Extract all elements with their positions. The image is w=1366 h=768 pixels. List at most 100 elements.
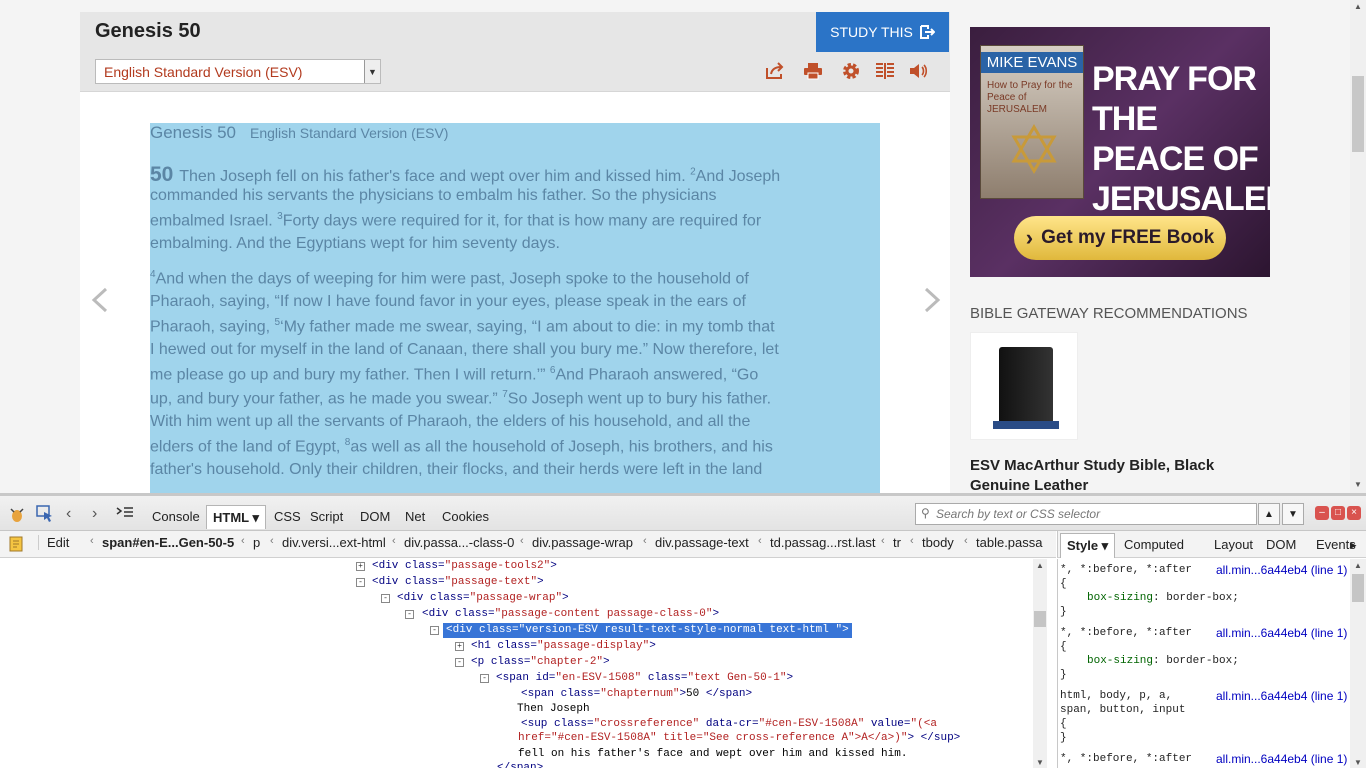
screen: Genesis 50 STUDY THIS English Standard V… (0, 0, 1366, 768)
html-node[interactable]: <div class="passage-tools2"> (372, 559, 557, 574)
advertisement[interactable]: MIKE EVANS How to Pray for the Peace of … (970, 27, 1270, 277)
verse-text: me please go up and bury my father. Then… (150, 366, 550, 384)
side-tab-style[interactable]: Style ▾ (1060, 533, 1116, 558)
html-node[interactable]: <div class="version-ESV result-text-styl… (443, 623, 852, 638)
html-node[interactable]: <sup class="crossreference" data-cr="#ce… (521, 717, 937, 732)
inspect-icon[interactable] (36, 505, 54, 523)
expand-icon[interactable]: + (356, 562, 365, 571)
breadcrumb-item[interactable]: tr (893, 535, 901, 550)
page-scroll-thumb[interactable] (1352, 76, 1364, 152)
breadcrumb-item[interactable]: td.passag...rst.last (770, 535, 876, 550)
html-node[interactable]: <div class="passage-text"> (372, 575, 544, 590)
tab-css[interactable]: CSS (268, 505, 307, 529)
html-node[interactable]: Then Joseph (517, 702, 590, 717)
html-token: "chapternum" (600, 688, 680, 700)
breadcrumb-item[interactable]: div.passa...-class-0 (404, 535, 514, 550)
html-token: "en-ESV-1508" (555, 672, 642, 684)
css-source-link[interactable]: all.min...6a44eb4 (line 1) (1216, 626, 1347, 640)
scroll-up-icon[interactable]: ▲ (1350, 0, 1366, 14)
css-source-link[interactable]: all.min...6a44eb4 (line 1) (1216, 563, 1347, 577)
scroll-down-icon[interactable]: ▼ (1350, 478, 1366, 492)
breadcrumb-item[interactable]: p (253, 535, 260, 550)
css-source-link[interactable]: all.min...6a44eb4 (line 1) (1216, 752, 1347, 766)
html-node[interactable]: <h1 class="passage-display"> (471, 639, 656, 654)
detach-icon[interactable]: □ (1331, 506, 1345, 520)
scroll-down-icon[interactable]: ▼ (1350, 756, 1366, 768)
passage-line: commanded his servants the physicians to… (150, 187, 717, 205)
print-icon[interactable] (802, 60, 824, 82)
html-node[interactable]: fell on his father's face and wept over … (518, 747, 907, 762)
html-node[interactable]: <div class="passage-wrap"> (397, 591, 569, 606)
firebug-icon[interactable] (8, 505, 26, 523)
version-select[interactable]: English Standard Version (ESV) ▼ (95, 59, 381, 84)
scroll-down-icon[interactable]: ▼ (1033, 756, 1047, 768)
collapse-icon[interactable]: - (356, 578, 365, 587)
collapse-icon[interactable]: - (381, 594, 390, 603)
html-node[interactable]: <div class="passage-content passage-clas… (422, 607, 719, 622)
html-token: class= (497, 640, 538, 652)
scroll-up-icon[interactable]: ▲ (1033, 559, 1047, 573)
expand-icon[interactable]: + (455, 642, 464, 651)
breadcrumb-item[interactable]: table.passa (976, 535, 1043, 550)
search-prev-icon[interactable]: ▲ (1258, 503, 1280, 525)
inspect-node-icon[interactable] (9, 536, 23, 552)
html-token: 50 (686, 688, 706, 700)
html-node[interactable]: <p class="chapter-2"> (471, 655, 610, 670)
html-token: class= (455, 608, 495, 620)
tab-cookies[interactable]: Cookies (436, 505, 495, 529)
breadcrumb-item[interactable]: div.versi...ext-html (282, 535, 386, 550)
breadcrumb-item[interactable]: div.passage-text (655, 535, 749, 550)
side-tabs-more-icon[interactable]: ▸ (1350, 537, 1357, 553)
breadcrumb-separator-icon: ‹ (910, 535, 914, 547)
edit-button[interactable]: Edit (38, 535, 69, 550)
css-scroll-thumb[interactable] (1352, 574, 1364, 602)
firebug-toolbar: ‹ › Console HTML ▾ CSS Script DOM Net Cookies … (0, 496, 1366, 531)
command-line-icon[interactable] (116, 506, 136, 522)
collapse-icon[interactable]: - (430, 626, 439, 635)
side-tab-dom[interactable]: DOM (1266, 537, 1296, 552)
css-source-link[interactable]: all.min...6a44eb4 (line 1) (1216, 689, 1347, 703)
breadcrumb-item[interactable]: tbody (922, 535, 954, 550)
html-scroll-thumb[interactable] (1034, 611, 1046, 627)
collapse-icon[interactable]: - (405, 610, 414, 619)
bible-product-image[interactable] (970, 332, 1078, 440)
side-tab-computed[interactable]: Computed (1124, 537, 1184, 552)
minimize-icon[interactable]: – (1315, 506, 1329, 520)
back-arrow-icon[interactable]: ‹ (66, 505, 71, 523)
tab-html[interactable]: HTML ▾ (206, 505, 267, 529)
verse-text: Then Joseph fell on his father's face an… (179, 168, 691, 185)
html-node[interactable]: <span id="en-ESV-1508" class="text Gen-5… (496, 671, 793, 686)
html-node[interactable]: href="#cen-ESV-1508A" title="See cross-r… (518, 731, 960, 746)
html-node[interactable]: <span class="chapternum">50 </span> (521, 687, 752, 702)
study-this-button[interactable]: STUDY THIS (816, 12, 949, 52)
collapse-icon[interactable]: - (455, 658, 464, 667)
firebug-search[interactable]: ⚲ Search by text or CSS selector (915, 503, 1257, 525)
next-chapter-icon[interactable] (922, 287, 942, 313)
share-icon[interactable] (764, 60, 786, 82)
recommendation-title[interactable]: ESV MacArthur Study Bible, Black Genuine… (970, 456, 1230, 493)
close-icon[interactable]: × (1347, 506, 1361, 520)
audio-icon[interactable] (908, 60, 930, 82)
search-next-icon[interactable]: ▼ (1282, 503, 1304, 525)
tab-script[interactable]: Script (304, 505, 349, 529)
tab-console[interactable]: Console (146, 505, 206, 529)
tab-dom[interactable]: DOM (354, 505, 396, 529)
gear-icon[interactable] (840, 60, 862, 82)
ad-cta-button[interactable]: › Get my FREE Book (1014, 216, 1226, 260)
html-scrollbar[interactable]: ▲ ▼ (1033, 559, 1047, 768)
css-declaration[interactable]: box-sizing: border-box; (1087, 654, 1239, 668)
page-scrollbar[interactable]: ▲ ▼ (1350, 0, 1366, 493)
tab-net[interactable]: Net (399, 505, 431, 529)
parallel-icon[interactable] (874, 60, 896, 82)
forward-arrow-icon[interactable]: › (92, 505, 97, 523)
breadcrumb-item[interactable]: span#en-E...Gen-50-5 (102, 535, 234, 550)
html-node[interactable]: </span> (497, 761, 543, 768)
css-declaration[interactable]: box-sizing: border-box; (1087, 591, 1239, 605)
css-scrollbar[interactable]: ▲ ▼ (1350, 559, 1366, 768)
verse-text: elders of the land of Egypt, (150, 438, 345, 456)
scroll-up-icon[interactable]: ▲ (1350, 559, 1366, 573)
side-tab-layout[interactable]: Layout (1214, 537, 1253, 552)
collapse-icon[interactable]: - (480, 674, 489, 683)
breadcrumb-item[interactable]: div.passage-wrap (532, 535, 633, 550)
previous-chapter-icon[interactable] (90, 287, 110, 313)
